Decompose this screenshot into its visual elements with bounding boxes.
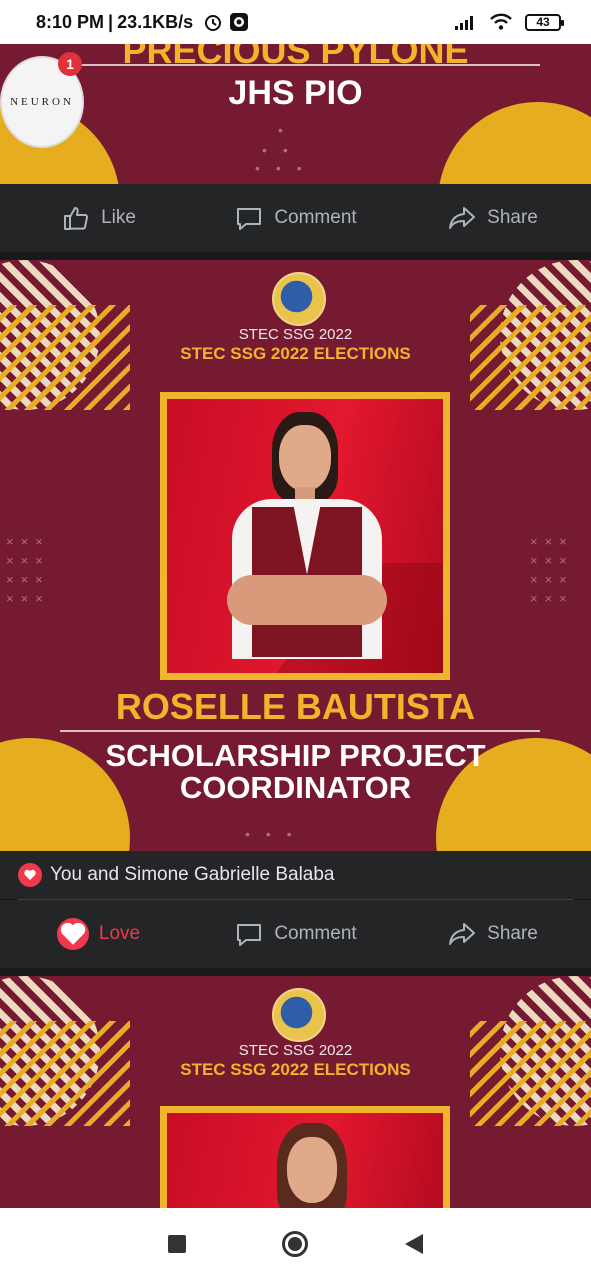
wifi-icon	[490, 13, 512, 30]
ssg-seal-logo	[272, 988, 326, 1042]
alarm-icon	[205, 15, 222, 31]
share-button[interactable]: Share	[394, 919, 591, 949]
status-time: 8:10 PM	[36, 11, 105, 32]
thumbs-up-icon	[64, 207, 89, 230]
share-label: Share	[487, 207, 538, 228]
comment-label: Comment	[274, 207, 357, 228]
comment-icon	[237, 924, 262, 946]
like-button[interactable]: Like	[0, 203, 197, 233]
decor-dots: •••	[255, 160, 318, 176]
love-button[interactable]: Love	[0, 918, 197, 950]
post-gap	[0, 252, 591, 260]
love-label: Love	[98, 923, 141, 944]
post3-org: STEC SSG 2022	[238, 1042, 353, 1059]
screen: 8:10 PM | 23.1KB/s 43 PRECIOUS PYLONE JH…	[0, 0, 591, 1280]
share-icon	[449, 923, 476, 945]
candidate-photo	[160, 1106, 450, 1208]
comment-label: Comment	[274, 923, 357, 944]
comment-button[interactable]: Comment	[197, 203, 394, 233]
recents-button[interactable]	[168, 1235, 187, 1253]
candidate-figure	[257, 1123, 367, 1208]
post2-reactions[interactable]: You and Simone Gabrielle Balaba	[0, 851, 591, 899]
signal-icon	[455, 16, 473, 30]
post2-action-bar: Love Comment Share	[0, 900, 591, 968]
share-button[interactable]: Share	[394, 203, 591, 233]
like-label: Like	[101, 207, 136, 228]
post2-role-line1: SCHOLARSHIP PROJECT	[105, 738, 486, 773]
status-bar: 8:10 PM | 23.1KB/s 43	[0, 0, 591, 44]
status-left-icons	[203, 12, 249, 32]
post1-image[interactable]: PRECIOUS PYLONE JHS PIO • •• •••	[0, 44, 591, 184]
post1-role: JHS PIO	[228, 74, 363, 112]
share-icon	[449, 207, 476, 229]
post2-candidate-name: ROSELLE BAUTISTA	[115, 686, 476, 727]
status-right-icons: 43	[455, 13, 564, 31]
network-speed: 23.1KB/s	[117, 11, 194, 32]
post2-divider	[60, 730, 540, 732]
decor-x-grid-right: ××× ××× ××× ×××	[530, 534, 574, 606]
decor-dots: •••	[245, 826, 308, 842]
decor-gold-circle-right	[438, 102, 591, 184]
love-reaction-icon	[18, 863, 42, 887]
comment-button[interactable]: Comment	[197, 919, 394, 949]
post2-elections-title: STEC SSG 2022 ELECTIONS	[180, 344, 411, 363]
post1-action-bar: Like Comment Share	[0, 184, 591, 252]
decor-x-grid-left: ××× ××× ××× ×××	[6, 534, 50, 606]
candidate-photo	[160, 392, 450, 680]
ssg-seal-logo	[272, 272, 326, 326]
post3-elections-title: STEC SSG 2022 ELECTIONS	[180, 1060, 411, 1079]
post3-image[interactable]: STEC SSG 2022 STEC SSG 2022 ELECTIONS	[0, 976, 591, 1208]
post1-candidate-name: PRECIOUS PYLONE	[122, 44, 469, 71]
decor-dots: •	[278, 122, 299, 138]
camera-app-icon	[230, 13, 249, 31]
reactions-text: You and Simone Gabrielle Balaba	[50, 864, 335, 885]
notification-badge: 1	[58, 52, 82, 76]
back-button[interactable]	[404, 1234, 423, 1254]
love-icon	[56, 918, 89, 950]
comment-icon	[237, 208, 262, 230]
share-label: Share	[487, 923, 538, 944]
post2-role-line2: COORDINATOR	[179, 770, 412, 805]
chat-head-label: NEURON	[10, 96, 74, 108]
status-separator: |	[108, 11, 114, 32]
post1-divider	[60, 64, 540, 66]
post2-org: STEC SSG 2022	[238, 326, 353, 343]
candidate-figure	[227, 407, 387, 673]
decor-dots: ••	[262, 142, 304, 158]
battery-icon: 43	[525, 13, 564, 31]
android-nav-bar	[0, 1208, 591, 1280]
post-gap	[0, 968, 591, 976]
home-button[interactable]	[282, 1231, 309, 1257]
post2-image[interactable]: ××× ××× ××× ××× ××× ××× ××× ××× STEC SSG 2022 …	[0, 260, 591, 851]
